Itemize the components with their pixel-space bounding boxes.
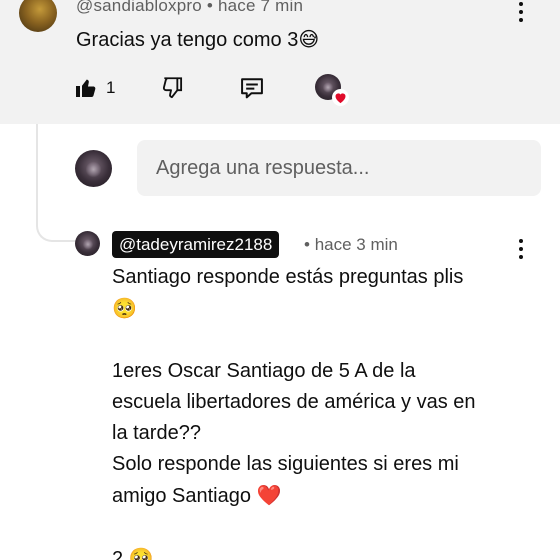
reply-line: 1eres Oscar Santiago de 5 A de la bbox=[112, 360, 416, 382]
reply-time: hace 3 min bbox=[314, 235, 398, 254]
red-heart-emoji: ❤️ bbox=[256, 483, 282, 507]
reply-handle-chip[interactable]: @tadeyramirez2188 bbox=[112, 231, 280, 258]
creator-heart-icon bbox=[332, 89, 349, 106]
more-vertical-icon[interactable] bbox=[517, 238, 525, 260]
meta-separator: • bbox=[206, 0, 214, 15]
reply-line: escuela libertadores de américa y vas en bbox=[112, 391, 476, 413]
comment-meta: @sandiabloxpro • hace 7 min bbox=[76, 0, 303, 16]
comment-icon bbox=[241, 78, 263, 99]
top-comment: @sandiabloxpro • hace 7 min Gracias ya t… bbox=[0, 0, 560, 124]
thumb-up-filled-icon bbox=[76, 79, 96, 97]
like-button[interactable]: 1 bbox=[74, 73, 115, 103]
like-count: 1 bbox=[106, 78, 116, 97]
comment-handle[interactable]: @sandiabloxpro bbox=[76, 0, 202, 15]
thread-connector-line bbox=[36, 124, 76, 242]
meta-separator: • bbox=[304, 235, 310, 254]
reply-line: Solo responde las siguientes si eres mi bbox=[112, 453, 459, 475]
reply-input[interactable] bbox=[137, 140, 541, 196]
comment-text: Gracias ya tengo como 3😅 bbox=[76, 27, 320, 51]
pleading-face-emoji: 🥺 bbox=[112, 296, 137, 320]
thumb-down-icon bbox=[162, 77, 183, 99]
sweat-smile-emoji: 😅 bbox=[298, 27, 320, 51]
reply-avatar[interactable] bbox=[75, 231, 100, 256]
reply-text: Santiago responde estás preguntas plis 🥺… bbox=[112, 262, 532, 560]
reply-line: 2 🥺 bbox=[112, 543, 532, 560]
dislike-button[interactable] bbox=[160, 73, 186, 103]
reply-button[interactable] bbox=[238, 73, 266, 103]
creator-heart bbox=[315, 74, 349, 106]
reply-line: amigo Santiago ❤️ bbox=[112, 483, 282, 507]
reply-line: Santiago responde estás preguntas plis bbox=[112, 266, 464, 288]
more-vertical-icon[interactable] bbox=[517, 1, 525, 23]
current-user-avatar bbox=[75, 150, 112, 187]
comment-time: hace 7 min bbox=[217, 0, 304, 15]
pleading-face-emoji: 🥺 bbox=[128, 546, 154, 560]
reply-line: la tarde?? bbox=[112, 422, 201, 444]
reply-meta: • hace 3 min bbox=[304, 235, 398, 255]
commenter-avatar[interactable] bbox=[19, 0, 57, 32]
